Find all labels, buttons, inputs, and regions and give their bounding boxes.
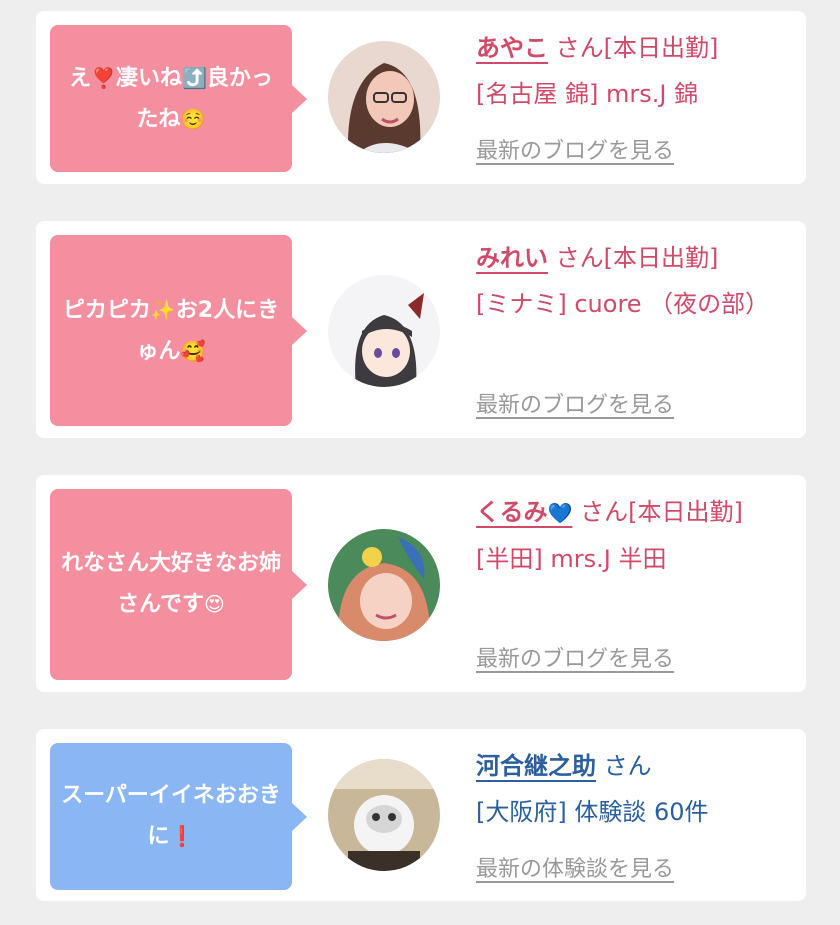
sparkles-icon: ✨ bbox=[150, 297, 176, 322]
heart-exclamation-icon: ❣️ bbox=[91, 65, 116, 90]
message-text: ピカピカ✨お2人にきゅん🥰 bbox=[62, 297, 280, 364]
shop-name: [ミナミ] cuore （夜の部） bbox=[476, 290, 770, 318]
smiling-hearts-icon: 🥰 bbox=[180, 338, 206, 363]
message-text: え❣️凄いね⤴️良かったね☺️ bbox=[69, 65, 273, 132]
reaction-card: れなさん大好きなお姉さんです😍 くるみ💙 さん[本日出勤] [半田] mrs.J… bbox=[36, 475, 806, 692]
up-arrow-icon: ⤴️ bbox=[182, 65, 207, 90]
user-info: 河合継之助 さん [大阪府] 体験談 60件 bbox=[476, 743, 796, 835]
user-name-link[interactable]: くるみ💙 bbox=[476, 498, 572, 526]
review-info: [大阪府] 体験談 60件 bbox=[476, 798, 709, 826]
user-status: さん[本日出勤] bbox=[580, 498, 743, 526]
latest-review-link[interactable]: 最新の体験談を見る bbox=[476, 851, 674, 883]
reaction-card: え❣️凄いね⤴️良かったね☺️ あやこ さん[本日出勤] [名古屋 錦] mrs… bbox=[36, 11, 806, 184]
message-bubble: え❣️凄いね⤴️良かったね☺️ bbox=[50, 25, 307, 172]
avatar[interactable] bbox=[328, 275, 440, 387]
reaction-card: ピカピカ✨お2人にきゅん🥰 みれい さん[本日出勤] [ミナミ] cuore （… bbox=[36, 221, 806, 438]
message-text: れなさん大好きなお姉さんです😍 bbox=[60, 551, 281, 617]
user-status: さん[本日出勤] bbox=[555, 34, 719, 62]
avatar[interactable] bbox=[328, 529, 440, 641]
message-bubble: ピカピカ✨お2人にきゅん🥰 bbox=[50, 235, 307, 426]
avatar[interactable] bbox=[328, 759, 440, 871]
latest-blog-link[interactable]: 最新のブログを見る bbox=[476, 641, 674, 673]
user-name-link[interactable]: みれい bbox=[476, 244, 548, 272]
blue-heart-icon: 💙 bbox=[547, 501, 573, 525]
reaction-card: スーパーイイネおおきに❗ 河合継之助 さん [大阪府] 体験談 60件 最新の体… bbox=[36, 729, 806, 901]
message-bubble: れなさん大好きなお姉さんです😍 bbox=[50, 489, 307, 680]
user-info: あやこ さん[本日出勤] [名古屋 錦] mrs.J 錦 bbox=[476, 25, 796, 117]
message-text: スーパーイイネおおきに❗ bbox=[61, 783, 281, 849]
user-name-link[interactable]: あやこ bbox=[476, 34, 548, 62]
exclamation-icon: ❗ bbox=[169, 824, 195, 848]
latest-blog-link[interactable]: 最新のブログを見る bbox=[476, 133, 674, 165]
user-info: みれい さん[本日出勤] [ミナミ] cuore （夜の部） bbox=[476, 235, 796, 327]
user-status: さん bbox=[603, 752, 652, 780]
shop-name: [名古屋 錦] mrs.J 錦 bbox=[476, 80, 699, 108]
message-bubble: スーパーイイネおおきに❗ bbox=[50, 743, 307, 890]
avatar[interactable] bbox=[328, 41, 440, 153]
heart-eyes-icon: 😍 bbox=[204, 592, 225, 616]
shop-name: [半田] mrs.J 半田 bbox=[476, 545, 667, 573]
smiling-face-icon: ☺️ bbox=[180, 106, 206, 131]
user-status: さん[本日出勤] bbox=[555, 244, 719, 272]
user-name-link[interactable]: 河合継之助 bbox=[476, 752, 596, 780]
user-info: くるみ💙 さん[本日出勤] [半田] mrs.J 半田 bbox=[476, 489, 796, 582]
latest-blog-link[interactable]: 最新のブログを見る bbox=[476, 387, 674, 419]
